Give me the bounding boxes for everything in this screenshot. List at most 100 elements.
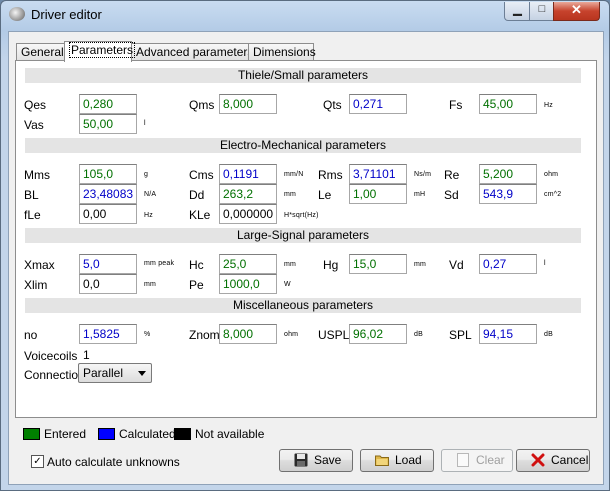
load-button[interactable]: Load [360,449,434,472]
fs-label: Fs [449,98,463,112]
pe-input[interactable]: 1000,0 [219,274,277,294]
title-bar[interactable]: Driver editor ▁ □ ✕ [1,1,609,27]
save-button-label: Save [314,453,342,467]
spl-label: SPL [449,328,472,342]
no-label: no [24,328,38,342]
voicecoils-label: Voicecoils [24,349,78,363]
checkmark-icon: ✓ [33,456,42,467]
xlim-unit: mm [144,281,157,288]
hc-label: Hc [189,258,204,272]
folder-icon [375,455,389,466]
connection-selected-value: Parallel [83,366,124,380]
legend-not-available-label: Not available [195,427,265,441]
blank-page-icon [457,453,469,467]
spl-input[interactable]: 94,15 [479,324,537,344]
qes-input[interactable]: 0,280 [79,94,137,114]
hc-input[interactable]: 25,0 [219,254,277,274]
le-input[interactable]: 1,00 [349,184,407,204]
window-title: Driver editor [31,7,102,22]
xlim-input[interactable]: 0,0 [79,274,137,294]
driver-editor-window: Driver editor ▁ □ ✕ General Parameters A… [0,0,610,491]
close-window-button[interactable]: ✕ [553,2,600,21]
section-electro-mechanical: Electro-Mechanical parameters [25,138,581,153]
load-button-label: Load [395,453,422,467]
re-unit: ohm [544,171,559,178]
re-input[interactable]: 5,200 [479,164,537,184]
fle-input[interactable]: 0,00 [79,204,137,224]
uspl-input[interactable]: 96,02 [349,324,407,344]
bl-label: BL [24,188,39,202]
hc-unit: mm [284,261,297,268]
connection-label: Connection [24,368,85,382]
dd-input[interactable]: 263,2 [219,184,277,204]
floppy-disk-icon [294,453,308,467]
minimize-button[interactable]: ▁ [504,2,531,21]
le-unit: mH [414,191,426,198]
close-icon: ✕ [571,2,582,17]
kle-label: KLe [189,208,211,222]
clear-button[interactable]: Clear [441,449,513,472]
maximize-button[interactable]: □ [529,2,555,21]
legend-entered-label: Entered [44,427,87,441]
qts-input[interactable]: 0,271 [349,94,407,114]
connection-select[interactable]: Parallel [78,363,152,383]
vas-input[interactable]: 50,00 [79,114,137,134]
bl-unit: N/A [144,191,157,198]
qes-label: Qes [24,98,47,112]
section-miscellaneous: Miscellaneous parameters [25,298,581,313]
bl-input[interactable]: 23,48083 [79,184,137,204]
cms-unit: mm/N [284,171,304,178]
znom-input[interactable]: 8,000 [219,324,277,344]
tab-general[interactable]: General [16,43,65,60]
vas-unit: l [144,120,146,127]
hg-input[interactable]: 15,0 [349,254,407,274]
kle-input[interactable]: 0,000000 [219,204,277,224]
sd-input[interactable]: 543,9 [479,184,537,204]
znom-unit: ohm [284,331,299,338]
vas-label: Vas [24,118,44,132]
no-unit: % [144,331,151,338]
save-button[interactable]: Save [279,449,353,472]
no-input[interactable]: 1,5825 [79,324,137,344]
xmax-label: Xmax [24,258,55,272]
maximize-icon: □ [538,3,546,15]
tab-parameters-label: Parameters [69,42,136,58]
tab-advanced-parameters[interactable]: Advanced parameters [131,43,253,60]
calculated-swatch [98,428,115,440]
mms-label: Mms [24,168,50,182]
qts-label: Qts [323,98,342,112]
sd-label: Sd [444,188,459,202]
entered-swatch [23,428,40,440]
mms-input[interactable]: 105,0 [79,164,137,184]
re-label: Re [444,168,460,182]
auto-calculate-label: Auto calculate unknowns [47,455,180,469]
hg-label: Hg [323,258,339,272]
voicecoils-input[interactable]: 1 [79,345,137,365]
fs-input[interactable]: 45,00 [479,94,537,114]
vd-input[interactable]: 0,27 [479,254,537,274]
znom-label: Znom [189,328,220,342]
section-thiele-small: Thiele/Small parameters [25,68,581,83]
cms-label: Cms [189,168,214,182]
kle-unit: H*sqrt(Hz) [284,212,319,219]
hg-unit: mm [414,261,427,268]
auto-calculate-checkbox[interactable]: ✓ [31,455,44,468]
fle-unit: Hz [144,212,153,219]
tab-parameters[interactable]: Parameters [64,41,136,62]
pe-label: Pe [189,278,204,292]
xmax-input[interactable]: 5,0 [79,254,137,274]
uspl-label: USPL [318,328,350,342]
cancel-button[interactable]: Cancel [516,449,590,472]
client-area: General Parameters Advanced parameters D… [8,31,604,485]
qms-input[interactable]: 8,000 [219,94,277,114]
cms-input[interactable]: 0,1191 [219,164,277,184]
xmax-unit: mm peak [144,260,175,267]
mms-unit: g [144,171,149,178]
not-available-swatch [174,428,191,440]
red-x-icon [531,453,545,467]
legend-calculated-label: Calculated [119,427,176,441]
speaker-icon [9,7,25,21]
rms-input[interactable]: 3,71101 [349,164,407,184]
qms-label: Qms [189,98,215,112]
tab-dimensions[interactable]: Dimensions [248,43,316,60]
